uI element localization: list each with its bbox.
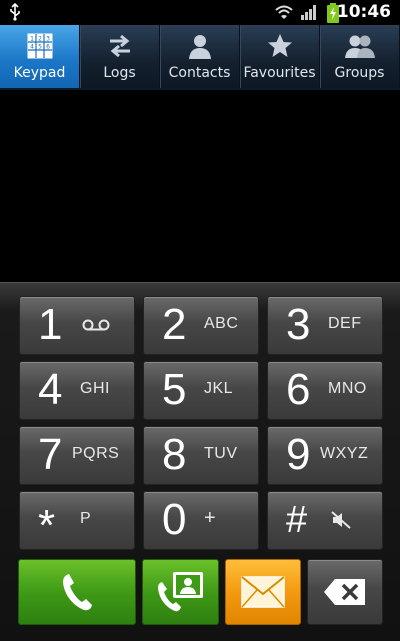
backspace-icon xyxy=(324,579,365,605)
key-7[interactable]: 7 PQRS xyxy=(19,426,135,485)
voicemail-icon xyxy=(82,319,110,331)
video-call-icon xyxy=(157,572,203,612)
star-icon xyxy=(267,34,292,57)
signal-icon xyxy=(301,5,316,20)
tab-bar: 123 456 Keypad Logs Contacts Favourites xyxy=(0,25,400,90)
video-call-button[interactable] xyxy=(142,559,219,625)
key-letters: ABC xyxy=(204,315,239,332)
status-time: 10:46 xyxy=(336,2,391,22)
tab-groups[interactable]: Groups xyxy=(320,25,400,88)
tab-logs[interactable]: Logs xyxy=(80,25,160,88)
svg-text:3: 3 xyxy=(46,36,50,43)
tab-label: Groups xyxy=(334,65,385,81)
key-letters: JKL xyxy=(204,380,234,397)
key-star[interactable]: * P xyxy=(19,491,135,550)
status-bar: 10:46 xyxy=(0,0,400,25)
mute-icon xyxy=(331,511,351,529)
key-letters: + xyxy=(204,507,217,529)
key-letters: MNO xyxy=(328,380,367,397)
message-button[interactable] xyxy=(225,559,301,625)
key-digit: * xyxy=(38,501,56,550)
swap-arrows-icon xyxy=(109,34,130,58)
key-8[interactable]: 8 TUV xyxy=(143,426,259,485)
svg-text:6: 6 xyxy=(46,44,50,51)
key-digit: 2 xyxy=(162,300,187,349)
keypad-grid-icon: 123 456 xyxy=(27,33,52,59)
tab-contacts[interactable]: Contacts xyxy=(160,25,240,88)
tab-label: Logs xyxy=(103,65,136,81)
tab-favourites[interactable]: Favourites xyxy=(240,25,320,88)
key-6[interactable]: 6 MNO xyxy=(267,361,383,420)
key-digit: 9 xyxy=(286,430,311,479)
key-4[interactable]: 4 GHI xyxy=(19,361,135,420)
tab-keypad[interactable]: 123 456 Keypad xyxy=(0,25,80,88)
number-display[interactable] xyxy=(0,90,400,282)
svg-text:2: 2 xyxy=(38,36,42,43)
person-icon xyxy=(188,35,211,59)
key-3[interactable]: 3 DEF xyxy=(267,296,383,355)
key-digit: 6 xyxy=(286,365,311,414)
key-1[interactable]: 1 xyxy=(19,296,135,355)
key-hash[interactable]: # xyxy=(267,491,383,550)
key-letters: PQRS xyxy=(72,445,120,462)
key-digit: 5 xyxy=(162,365,187,414)
key-5[interactable]: 5 JKL xyxy=(143,361,259,420)
key-digit: 0 xyxy=(162,495,187,544)
wifi-icon xyxy=(275,5,293,19)
key-2[interactable]: 2 ABC xyxy=(143,296,259,355)
key-digit: 8 xyxy=(162,430,187,479)
key-digit: 7 xyxy=(38,430,63,479)
usb-icon xyxy=(10,3,20,21)
phone-icon xyxy=(63,574,92,611)
key-letters: P xyxy=(80,510,92,527)
key-9[interactable]: 9 WXYZ xyxy=(267,426,383,485)
key-digit: # xyxy=(286,499,308,541)
svg-text:1: 1 xyxy=(30,36,34,43)
svg-text:4: 4 xyxy=(30,44,34,51)
key-0[interactable]: 0 + xyxy=(143,491,259,550)
dialpad: 1 2 ABC 3 DEF 4 GHI 5 JKL 6 MNO 7 PQRS 8… xyxy=(0,282,400,641)
delete-button[interactable] xyxy=(307,559,383,625)
tab-label: Keypad xyxy=(13,65,66,81)
key-digit: 3 xyxy=(286,300,311,349)
key-letters: DEF xyxy=(328,315,362,332)
tab-label: Favourites xyxy=(243,65,316,81)
call-button[interactable] xyxy=(18,559,136,625)
key-letters: WXYZ xyxy=(320,445,369,462)
key-digit: 1 xyxy=(38,300,63,349)
envelope-icon xyxy=(241,576,285,608)
key-letters: GHI xyxy=(80,380,110,397)
key-letters: TUV xyxy=(204,445,238,462)
svg-text:5: 5 xyxy=(38,44,42,51)
key-digit: 4 xyxy=(38,365,63,414)
group-icon xyxy=(344,35,375,58)
tab-label: Contacts xyxy=(168,65,231,81)
